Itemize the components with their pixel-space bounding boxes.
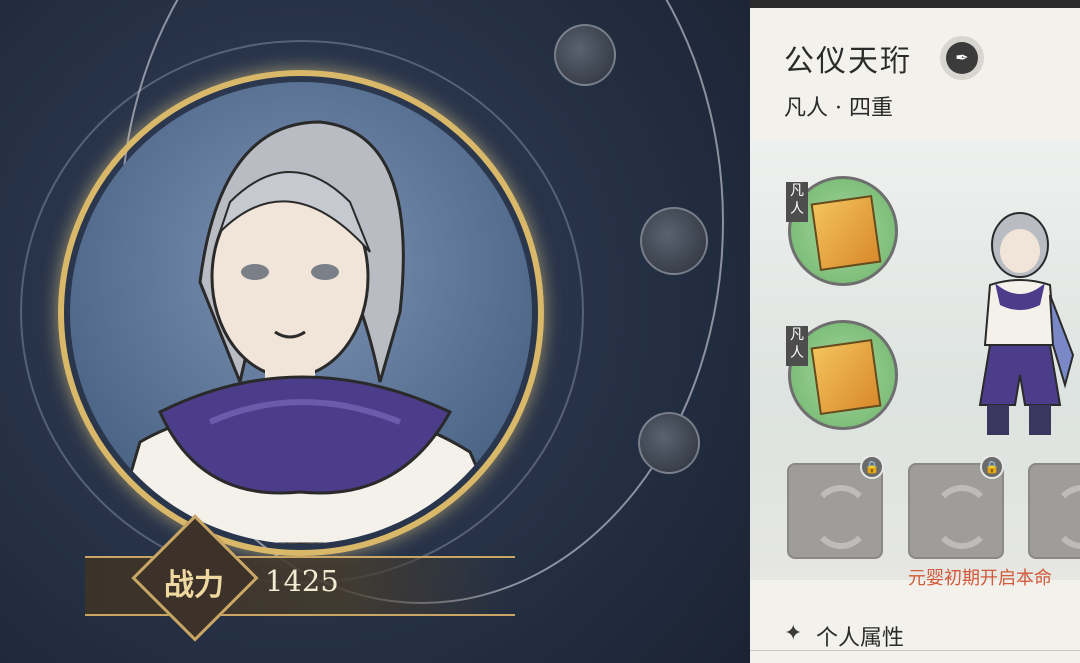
golden-book-icon <box>810 339 882 415</box>
character-portrait <box>70 82 532 544</box>
unlock-hint: 元婴初期开启本命 <box>908 568 1052 589</box>
golden-book-icon <box>810 195 882 271</box>
character-name: 公仪天珩 <box>784 44 912 79</box>
locked-slot-3[interactable] <box>1028 463 1080 559</box>
character-portrait-art <box>108 120 512 544</box>
moon-phase-icon <box>554 24 616 86</box>
panel-top-edge <box>750 0 1080 8</box>
moon-phase-icon <box>640 207 708 275</box>
section-title-personal-attributes: 个人属性 <box>816 626 905 651</box>
skill-tag: 凡人 <box>786 326 808 366</box>
combat-power-label: 战力 <box>164 568 224 603</box>
skill-tag: 凡人 <box>786 182 808 222</box>
combat-power-value: 1425 <box>265 564 339 598</box>
moon-phase-icon <box>638 412 700 474</box>
cloud-swirl-icon <box>811 485 871 549</box>
four-point-star-icon: ✦ <box>784 621 803 646</box>
character-chibi-figure <box>978 212 1075 435</box>
realm-emblem-icon[interactable]: ✒ <box>940 36 984 80</box>
character-realm: 凡人 · 四重 <box>784 96 893 121</box>
portrait-scene: 战力 1425 <box>0 0 750 663</box>
cloud-swirl-icon <box>932 485 992 549</box>
section-divider <box>750 650 1080 651</box>
lock-icon: 🔒 <box>860 455 884 479</box>
character-info-panel: 公仪天珩 ✒ 凡人 · 四重 凡人 凡人 🔒 🔒 元婴初期开启本命 ✦ 个人属性 <box>750 0 1080 663</box>
realm-emblem-glyph: ✒ <box>946 42 978 74</box>
lock-icon: 🔒 <box>980 455 1004 479</box>
cloud-swirl-icon <box>1052 485 1080 549</box>
